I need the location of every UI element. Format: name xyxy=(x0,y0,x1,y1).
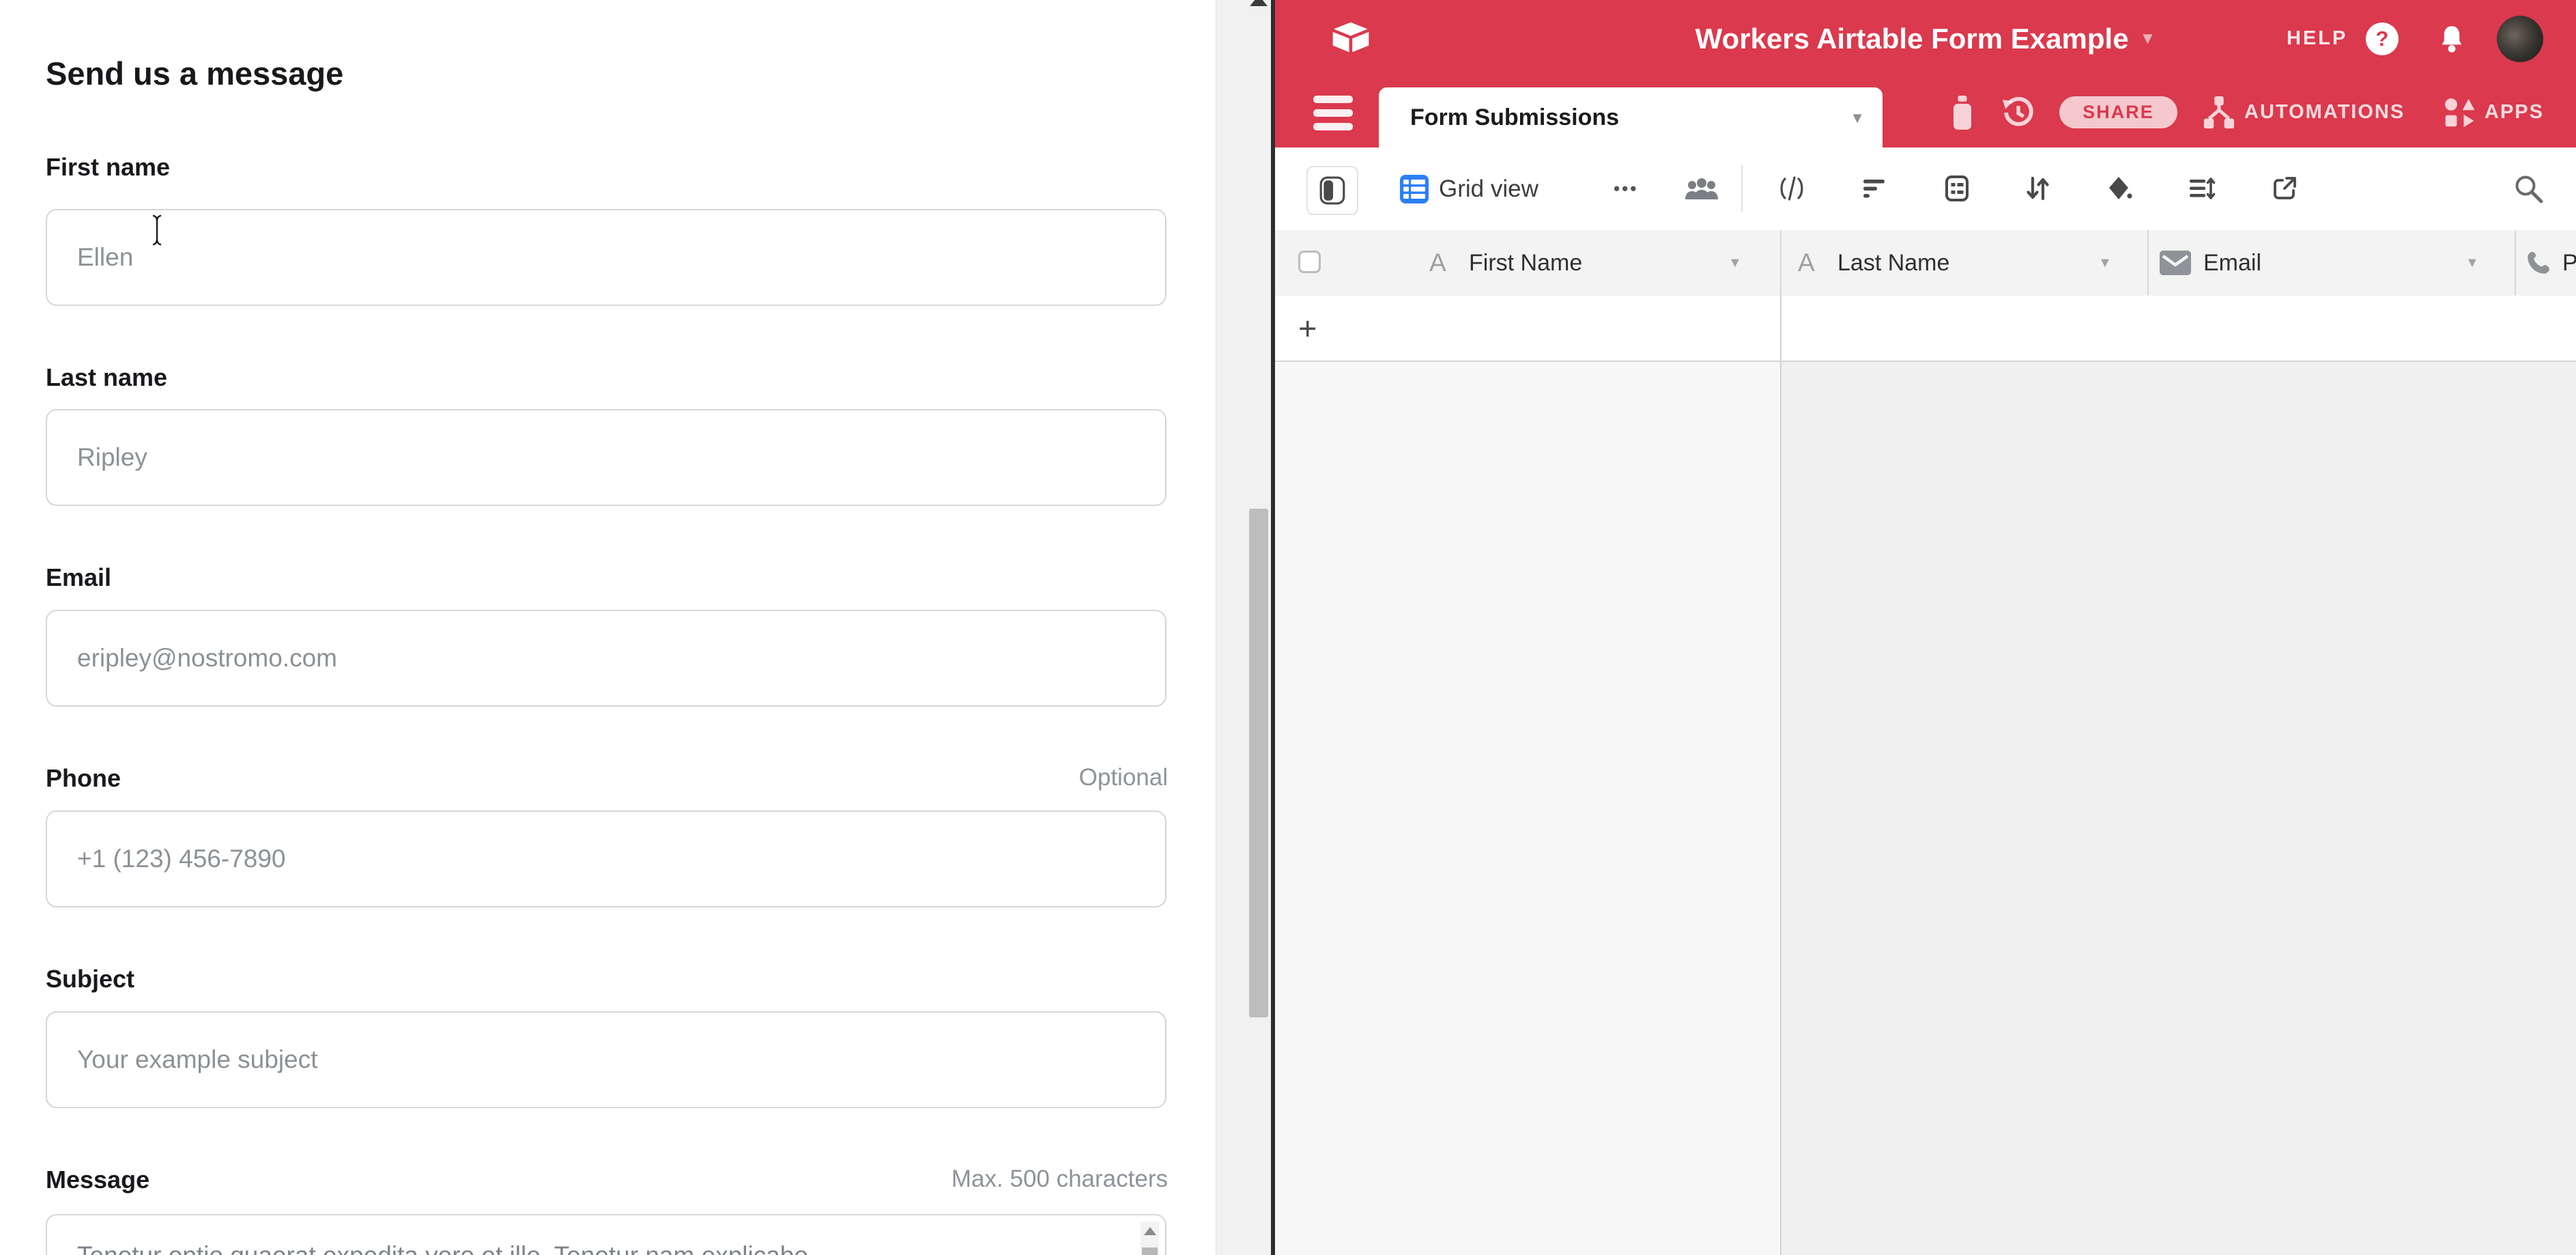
contact-form-pane: Send us a message First name Last name E… xyxy=(0,0,1216,1255)
help-question-icon[interactable]: ? xyxy=(2366,23,2399,55)
toolbar-divider xyxy=(1741,165,1743,212)
notifications-bell-icon[interactable] xyxy=(2435,23,2468,55)
group-icon[interactable] xyxy=(1942,173,1972,203)
grid-empty-area-left xyxy=(1275,362,1780,1255)
table-tab-caret-icon: ▼ xyxy=(1850,109,1865,127)
filter-icon[interactable] xyxy=(1859,173,1889,203)
column-separator xyxy=(2147,230,2149,296)
phone-optional-note: Optional xyxy=(1079,764,1168,791)
add-row-plus-button[interactable]: + xyxy=(1298,296,1317,361)
page-scrollbar-track[interactable] xyxy=(1216,0,1271,1255)
message-max-chars-note: Max. 500 characters xyxy=(951,1166,1168,1193)
airtable-top-bar: Workers Airtable Form Example ▼ HELP ? xyxy=(1275,0,2576,77)
table-tab-bar: Form Submissions ▼ SHARE xyxy=(1275,77,2576,147)
column-separator xyxy=(2515,230,2516,296)
phone-field-type-icon xyxy=(2524,249,2553,277)
email-input[interactable] xyxy=(46,610,1167,707)
first-name-label: First name xyxy=(46,153,170,182)
base-title-caret-icon: ▼ xyxy=(2140,29,2156,48)
text-field-type-icon: A xyxy=(1798,230,1815,296)
phone-label: Phone xyxy=(46,764,121,793)
column-caret-icon: ▼ xyxy=(2098,255,2112,271)
base-title[interactable]: Workers Airtable Form Example xyxy=(1695,23,2129,55)
message-label: Message xyxy=(46,1166,149,1194)
view-options-dots[interactable]: ••• xyxy=(1614,147,1638,230)
add-row: + xyxy=(1275,296,2576,362)
hamburger-menu-icon[interactable] xyxy=(1313,96,1353,130)
text-field-type-icon: A xyxy=(1429,230,1446,296)
subject-label: Subject xyxy=(46,965,134,993)
column-separator xyxy=(1780,230,1781,296)
apps-label: APPS xyxy=(2485,94,2544,130)
sort-icon[interactable] xyxy=(2022,173,2052,203)
message-text: Tenetur optio quaerat expedita vero et i… xyxy=(77,1241,1117,1255)
page-scrollbar-thumb[interactable] xyxy=(1249,509,1268,1017)
airtable-pane: Workers Airtable Form Example ▼ HELP ? F… xyxy=(1275,0,2576,1255)
apps-icon xyxy=(2444,96,2476,129)
row-height-icon[interactable] xyxy=(2186,173,2216,203)
text-cursor-icon xyxy=(150,213,164,247)
history-icon[interactable] xyxy=(2000,94,2037,131)
color-icon[interactable] xyxy=(2104,173,2134,203)
grid-view-icon[interactable] xyxy=(1400,175,1429,203)
first-name-input[interactable] xyxy=(46,209,1167,306)
automations-icon xyxy=(2202,96,2236,130)
automations-button[interactable]: AUTOMATIONS xyxy=(2202,94,2405,130)
frozen-column-divider xyxy=(1780,296,1781,1255)
textarea-scrollbar[interactable] xyxy=(1141,1222,1159,1255)
grid-empty-area-right xyxy=(1781,362,2576,1255)
email-label: Email xyxy=(46,563,111,592)
table-tab-label: Form Submissions xyxy=(1410,104,1619,131)
last-name-label: Last name xyxy=(46,363,167,392)
message-textarea[interactable]: Tenetur optio quaerat expedita vero et i… xyxy=(46,1214,1167,1255)
share-view-icon[interactable] xyxy=(2270,173,2300,203)
email-field-type-icon xyxy=(2160,251,2191,275)
column-caret-icon: ▼ xyxy=(1728,255,1742,271)
view-name-label[interactable]: Grid view xyxy=(1439,147,1539,230)
scrollbar-top-arrow-icon[interactable] xyxy=(1250,0,1268,6)
collaborators-icon[interactable] xyxy=(1683,176,1720,203)
page-title: Send us a message xyxy=(46,55,343,92)
column-caret-icon: ▼ xyxy=(2465,255,2479,271)
last-name-input[interactable] xyxy=(46,409,1167,506)
tab-form-submissions[interactable]: Form Submissions ▼ xyxy=(1379,87,1883,147)
subject-input[interactable] xyxy=(46,1011,1167,1108)
textarea-scrollbar-thumb[interactable] xyxy=(1142,1247,1158,1255)
user-avatar[interactable] xyxy=(2497,16,2543,62)
select-all-checkbox[interactable] xyxy=(1298,251,1321,273)
search-icon[interactable] xyxy=(2512,172,2545,205)
phone-input[interactable] xyxy=(46,810,1167,907)
hide-fields-icon[interactable] xyxy=(1777,173,1807,203)
share-button[interactable]: SHARE xyxy=(2059,96,2177,128)
trash-icon[interactable] xyxy=(1947,95,1977,130)
view-toolbar: Grid view ••• xyxy=(1275,147,2576,231)
help-button[interactable]: HELP xyxy=(2287,0,2347,77)
view-sidebar-toggle-button[interactable] xyxy=(1306,166,1358,215)
apps-button[interactable]: APPS xyxy=(2444,94,2544,130)
automations-label: AUTOMATIONS xyxy=(2244,94,2405,130)
scroll-up-arrow-icon[interactable] xyxy=(1144,1227,1156,1235)
table-header-row: A First Name ▼ A Last Name ▼ Email ▼ xyxy=(1275,230,2576,297)
